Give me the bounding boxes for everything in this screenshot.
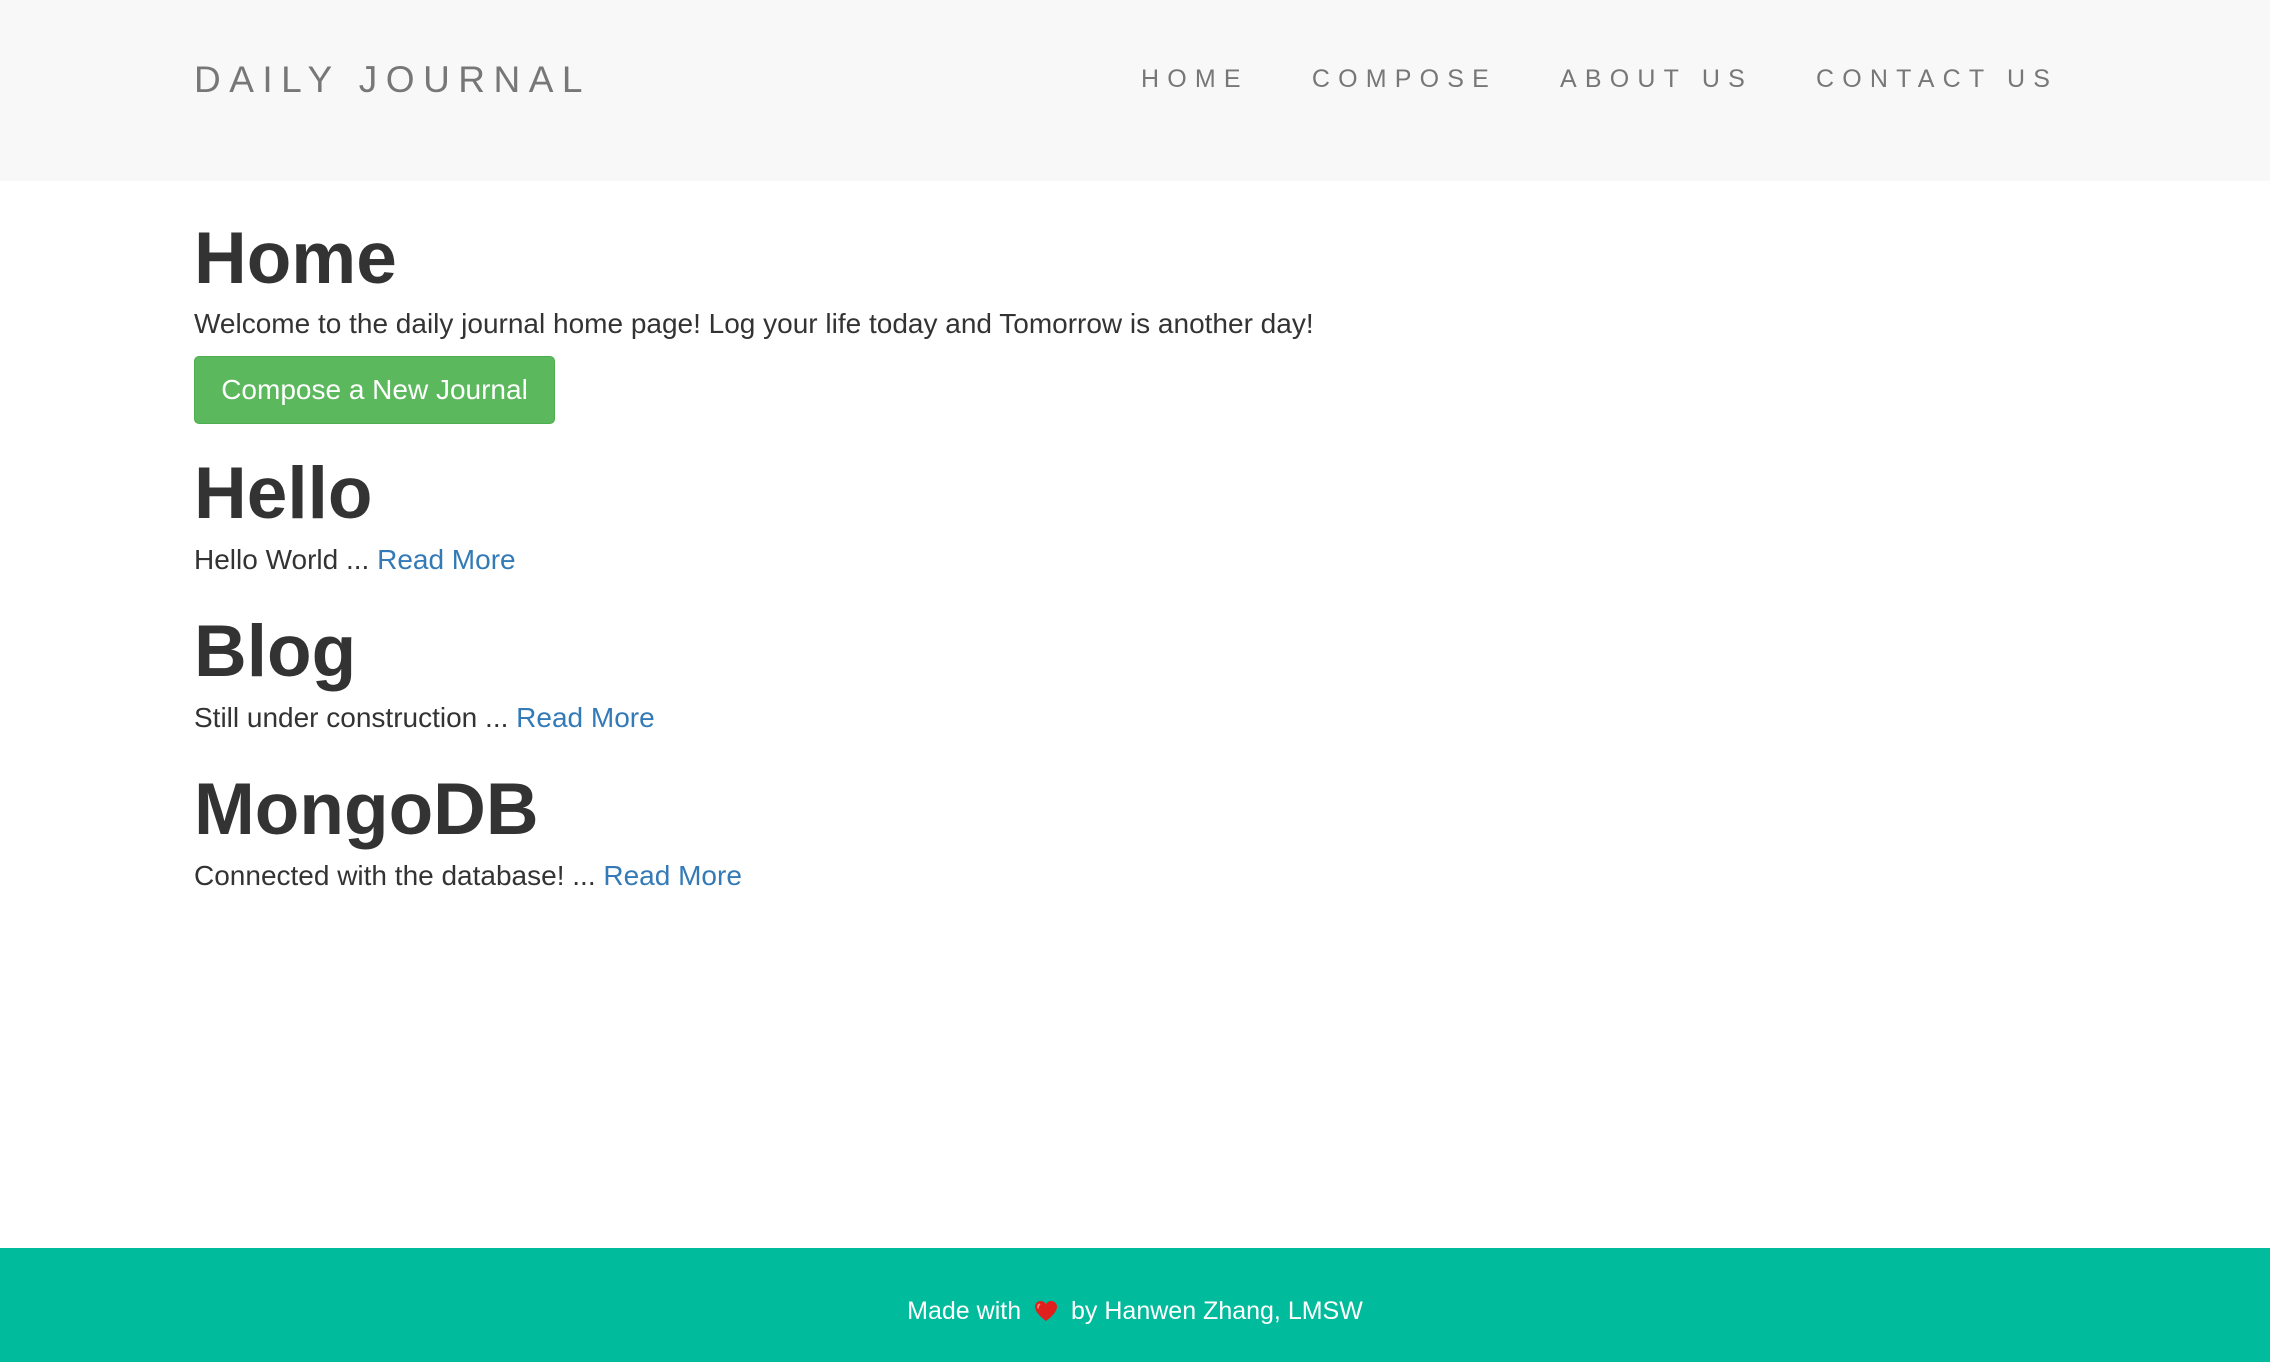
intro-text: Welcome to the daily journal home page! …	[194, 308, 1314, 339]
post-excerpt: Hello World ... Read More	[194, 540, 2074, 580]
post-title: Blog	[194, 611, 357, 692]
brand-logo-link[interactable]: DAILY JOURNAL	[194, 58, 591, 102]
nav-link-contact-us[interactable]: CONTACT US	[1816, 64, 2058, 94]
footer-credit: Made with by Hanwen Zhang, LMSW	[0, 1294, 2270, 1331]
post-excerpt-text: Hello World ...	[194, 544, 378, 575]
nav-link-home[interactable]: HOME	[1141, 64, 1249, 94]
nav-item-about-us: ABOUT US	[1560, 64, 1753, 94]
navbar: DAILY JOURNAL HOME COMPOSE ABOUT US CONT…	[0, 0, 2270, 181]
post-item: Hello Hello World ... Read More	[194, 452, 2074, 580]
footer-author: by Hanwen Zhang, LMSW	[1071, 1297, 1363, 1325]
heart-icon	[1034, 1297, 1058, 1331]
nav-item-compose: COMPOSE	[1312, 64, 1497, 94]
nav-link-compose[interactable]: COMPOSE	[1312, 64, 1497, 94]
main-content: Home Welcome to the daily journal home p…	[194, 181, 2074, 896]
nav-menu: HOME COMPOSE ABOUT US CONTACT US	[1141, 64, 2058, 94]
post-excerpt-text: Still under construction ...	[194, 702, 517, 733]
compose-journal-button[interactable]: Compose a New Journal	[194, 356, 555, 424]
page-title: Home	[194, 218, 397, 299]
post-item: Blog Still under construction ... Read M…	[194, 610, 2074, 738]
read-more-link[interactable]: Read More	[516, 702, 655, 733]
read-more-link[interactable]: Read More	[603, 860, 742, 891]
post-excerpt: Still under construction ... Read More	[194, 698, 2074, 738]
footer-made-with: Made with	[907, 1297, 1022, 1325]
nav-item-home: HOME	[1141, 64, 1249, 94]
read-more-link[interactable]: Read More	[377, 544, 516, 575]
post-item: MongoDB Connected with the database! ...…	[194, 768, 2074, 896]
post-title: Hello	[194, 453, 373, 534]
nav-link-about-us[interactable]: ABOUT US	[1560, 64, 1753, 94]
post-excerpt-text: Connected with the database! ...	[194, 860, 604, 891]
post-title: MongoDB	[194, 769, 539, 850]
post-excerpt: Connected with the database! ... Read Mo…	[194, 856, 2074, 896]
nav-item-contact-us: CONTACT US	[1816, 64, 2058, 94]
footer: Made with by Hanwen Zhang, LMSW	[0, 1248, 2270, 1362]
